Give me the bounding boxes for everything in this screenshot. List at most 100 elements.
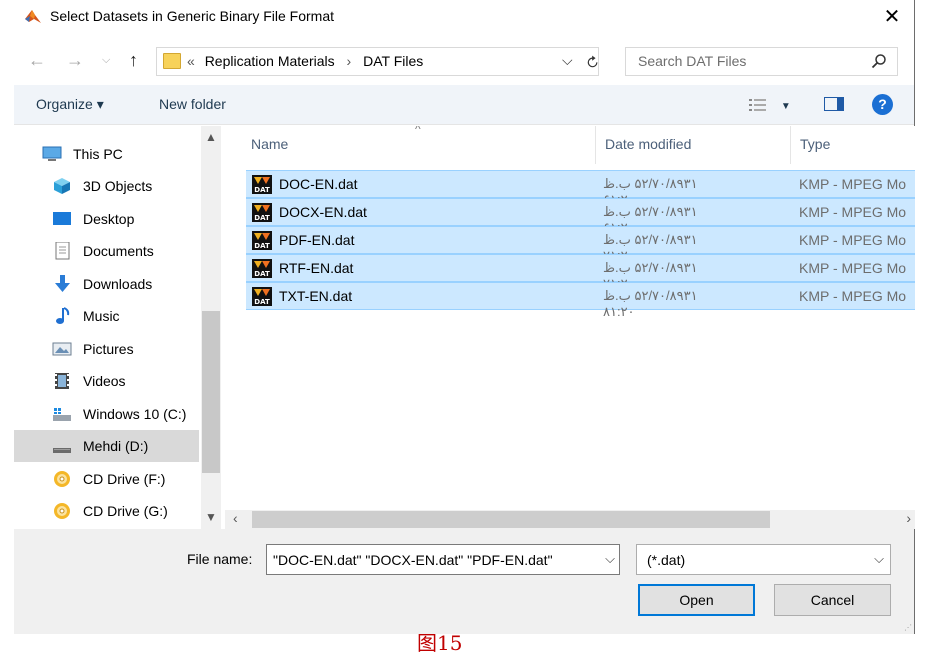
preview-pane-icon[interactable] (824, 97, 844, 111)
scrollbar-thumb[interactable] (252, 511, 770, 528)
breadcrumb-dat-files[interactable]: DAT Files (363, 53, 423, 69)
address-dropdown-chevron-icon[interactable]: ⌵ (562, 52, 573, 69)
cube-icon (54, 178, 70, 194)
sidebar-item-label: Music (83, 308, 120, 324)
file-row[interactable]: DAT DOC-EN.dat ۱۳۹۸/۰۷/۲۵ ب.ظ ۰۲:۱۶ KMP … (246, 170, 915, 207)
breadcrumb-separator[interactable]: › (347, 53, 352, 69)
search-box[interactable]: Search DAT Files (625, 47, 898, 76)
breadcrumb: « Replication Materials › DAT Files (187, 53, 423, 69)
download-icon (55, 275, 70, 292)
scroll-down-arrow-icon[interactable]: ▼ (205, 510, 217, 524)
file-type-filter-value: (*.dat) (647, 552, 686, 568)
sidebar-item-label: Windows 10 (C:) (83, 406, 187, 422)
file-name-value[interactable]: "DOC-EN.dat" "DOCX-EN.dat" "PDF-EN.dat" (273, 552, 553, 568)
sidebar-item-videos[interactable]: Videos (14, 365, 199, 397)
navigation-pane-scrollbar[interactable]: ▲ ▼ (201, 126, 221, 529)
sidebar-item-downloads[interactable]: Downloads (14, 268, 199, 300)
computer-icon (42, 146, 62, 161)
file-name: DOC-EN.dat (279, 176, 358, 192)
desktop-icon (53, 212, 71, 225)
cd-icon (54, 503, 70, 519)
sidebar-item-documents[interactable]: Documents (14, 235, 199, 267)
file-row[interactable]: DAT DOCX-EN.dat ۱۳۹۸/۰۷/۲۵ ب.ظ ۰۲:۱۶ KMP… (246, 198, 915, 235)
close-button[interactable]: ✕ (880, 4, 904, 29)
file-name: DOCX-EN.dat (279, 204, 367, 220)
video-icon (55, 373, 69, 389)
horizontal-scrollbar[interactable]: ‹ › (225, 510, 915, 529)
column-divider[interactable] (790, 126, 791, 164)
file-type: KMP - MPEG Mo (799, 204, 907, 220)
drive-windows-icon (53, 408, 71, 421)
view-dropdown-chevron-icon: ▼ (780, 101, 791, 112)
file-type: KMP - MPEG Mo (799, 232, 907, 248)
scrollbar-thumb[interactable] (202, 311, 220, 473)
recent-locations-chevron-icon[interactable]: ⌵ (102, 54, 110, 67)
sort-ascending-icon: ^ (415, 126, 421, 136)
breadcrumb-overflow[interactable]: « (187, 53, 195, 69)
picture-icon (52, 342, 72, 356)
file-name: TXT-EN.dat (279, 288, 353, 304)
up-arrow-icon[interactable]: ↑ (129, 50, 138, 71)
file-name: RTF-EN.dat (279, 260, 354, 276)
column-header-type[interactable]: Type (800, 136, 830, 152)
sidebar-item-label: 3D Objects (83, 178, 153, 194)
drive-icon (53, 448, 71, 453)
search-icon[interactable] (871, 53, 887, 69)
file-date: ۱۳۹۸/۰۷/۲۵ ب.ظ ۰۲:۱۸ (603, 288, 698, 319)
change-view-button[interactable]: ▼ (749, 96, 791, 112)
new-folder-button[interactable]: New folder (159, 96, 226, 112)
address-bar[interactable]: « Replication Materials › DAT Files ⌵ (156, 47, 599, 76)
sidebar-item-mehdi-drive[interactable]: Mehdi (D:) (14, 430, 199, 462)
search-input[interactable]: Search DAT Files (638, 53, 746, 69)
file-type-filter[interactable]: (*.dat) ⌵ (636, 544, 891, 575)
title-bar: Select Datasets in Generic Binary File F… (14, 0, 914, 34)
document-icon (55, 242, 70, 260)
dat-file-icon: DAT (252, 203, 272, 222)
address-row: ← → ⌵ ↑ « Replication Materials › DAT Fi… (14, 42, 914, 80)
scroll-up-arrow-icon[interactable]: ▲ (205, 130, 217, 144)
sidebar-item-3d-objects[interactable]: 3D Objects (14, 170, 199, 202)
file-name-label: File name: (187, 551, 253, 567)
file-name-dropdown-chevron-icon[interactable]: ⌵ (605, 551, 615, 567)
sidebar-item-pictures[interactable]: Pictures (14, 333, 199, 365)
scroll-left-arrow-icon[interactable]: ‹ (233, 510, 238, 526)
column-header-name[interactable]: Name (251, 136, 288, 152)
resize-grip-icon[interactable]: ⋰ (904, 623, 912, 632)
cancel-button[interactable]: Cancel (774, 584, 891, 616)
matlab-logo-icon (25, 10, 41, 23)
help-icon[interactable]: ? (872, 94, 893, 115)
open-button[interactable]: Open (638, 584, 755, 616)
navigation-pane: This PC 3D Objects Desktop Documents Dow… (14, 126, 221, 529)
column-header-date-modified[interactable]: Date modified (605, 136, 691, 152)
sidebar-item-desktop[interactable]: Desktop (14, 203, 199, 235)
file-row[interactable]: DAT PDF-EN.dat ۱۳۹۸/۰۷/۲۵ ب.ظ ۰۲:۱۷ KMP … (246, 226, 915, 263)
sidebar-item-cd-drive-f[interactable]: CD Drive (F:) (14, 463, 199, 495)
music-icon (56, 307, 70, 324)
forward-arrow-icon[interactable]: → (66, 50, 84, 71)
scroll-right-arrow-icon[interactable]: › (906, 510, 911, 526)
file-name: PDF-EN.dat (279, 232, 355, 248)
sidebar-item-cd-drive-g[interactable]: CD Drive (G:) (14, 495, 199, 527)
dat-file-icon: DAT (252, 175, 272, 194)
sidebar-item-windows-drive[interactable]: Windows 10 (C:) (14, 398, 199, 430)
sidebar-item-label: Pictures (83, 341, 134, 357)
breadcrumb-replication-materials[interactable]: Replication Materials (205, 53, 335, 69)
file-name-field[interactable]: "DOC-EN.dat" "DOCX-EN.dat" "PDF-EN.dat" … (266, 544, 620, 575)
command-toolbar: Organize ▾ New folder ▼ ? (14, 85, 914, 125)
sidebar-item-label: Mehdi (D:) (83, 438, 149, 454)
file-open-dialog: Select Datasets in Generic Binary File F… (14, 0, 915, 634)
column-divider[interactable] (595, 126, 596, 164)
sidebar-item-label: Desktop (83, 211, 135, 227)
sidebar-item-label: Downloads (83, 276, 153, 292)
file-row[interactable]: DAT RTF-EN.dat ۱۳۹۸/۰۷/۲۵ ب.ظ ۰۲:۱۷ KMP … (246, 254, 915, 291)
file-row[interactable]: DAT TXT-EN.dat ۱۳۹۸/۰۷/۲۵ ب.ظ ۰۲:۱۸ KMP … (246, 282, 915, 319)
sidebar-item-music[interactable]: Music (14, 300, 199, 332)
filter-dropdown-chevron-icon[interactable]: ⌵ (874, 551, 884, 567)
back-arrow-icon[interactable]: ← (28, 50, 46, 71)
sidebar-item-label: CD Drive (F:) (83, 471, 166, 487)
organize-button[interactable]: Organize ▾ (36, 96, 104, 113)
cd-icon (54, 471, 70, 487)
refresh-icon[interactable] (587, 54, 599, 70)
file-type: KMP - MPEG Mo (799, 288, 907, 304)
sidebar-item-this-pc[interactable]: This PC (14, 138, 199, 170)
